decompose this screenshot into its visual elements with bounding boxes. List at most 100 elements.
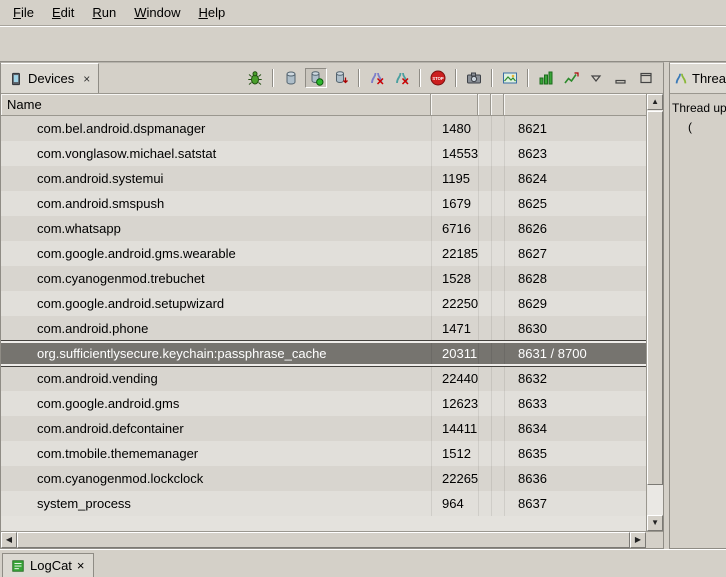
process-blank-1 (478, 343, 491, 364)
cause-gc-icon[interactable] (366, 68, 388, 88)
process-name: org.sufficientlysecure.keychain:passphra… (1, 343, 431, 364)
capture-video-icon[interactable] (499, 68, 521, 88)
process-port: 8623 (504, 141, 646, 166)
screen-capture-icon[interactable] (463, 68, 485, 88)
toolbar-separator (491, 69, 493, 87)
process-pid: 12623 (431, 391, 478, 416)
menu-edit[interactable]: Edit (43, 1, 83, 24)
close-icon[interactable]: × (77, 558, 85, 573)
vertical-scroll-thumb[interactable] (647, 111, 663, 485)
table-row[interactable]: com.vonglasow.michael.satstat145538623 (1, 141, 646, 166)
minimize-icon[interactable] (610, 68, 632, 88)
scroll-up-button[interactable]: ▲ (647, 94, 663, 110)
process-pid: 14411 (431, 416, 478, 441)
process-blank-1 (478, 466, 491, 491)
process-port: 8624 (504, 166, 646, 191)
vertical-scrollbar[interactable]: ▲ ▼ (646, 94, 663, 531)
horizontal-scrollbar[interactable]: ◀ ▶ (1, 531, 663, 548)
devices-panel: Devices × STOP Name com.bel.android.dspm… (0, 62, 664, 549)
scroll-left-button[interactable]: ◀ (1, 532, 17, 548)
menu-help[interactable]: Help (189, 1, 234, 24)
process-name: com.bel.android.dspmanager (1, 116, 431, 141)
table-row[interactable]: com.cyanogenmod.lockclock222658636 (1, 466, 646, 491)
column-header-port (504, 94, 646, 116)
logcat-bar: LogCat × (0, 549, 726, 577)
table-row[interactable]: com.android.vending224408632 (1, 366, 646, 391)
menu-window[interactable]: Window (125, 1, 189, 24)
process-name: com.android.defcontainer (1, 416, 431, 441)
process-pid: 964 (431, 491, 478, 516)
process-pid: 1679 (431, 191, 478, 216)
process-name: com.android.phone (1, 316, 431, 341)
process-port: 8636 (504, 466, 646, 491)
stop-process-icon[interactable]: STOP (427, 68, 449, 88)
table-row[interactable]: com.android.systemui11958624 (1, 166, 646, 191)
toolbar-separator (527, 69, 529, 87)
scroll-right-button[interactable]: ▶ (630, 532, 646, 548)
threads-content: Thread up ( (670, 94, 726, 142)
heap-updates-icon[interactable] (305, 68, 327, 88)
table-row[interactable]: com.tmobile.thememanager15128635 (1, 441, 646, 466)
process-name: com.google.android.setupwizard (1, 291, 431, 316)
process-blank-2 (491, 216, 504, 241)
table-row[interactable]: com.whatsapp67168626 (1, 216, 646, 241)
threads-icon (674, 72, 688, 86)
process-blank-2 (491, 241, 504, 266)
process-port: 8631 / 8700 (504, 343, 646, 364)
process-blank-1 (478, 416, 491, 441)
column-header-pid[interactable] (431, 94, 478, 116)
menu-file[interactable]: File (4, 1, 43, 24)
column-header-name[interactable]: Name (1, 94, 431, 116)
process-pid: 22185 (431, 241, 478, 266)
process-blank-2 (491, 291, 504, 316)
process-blank-1 (478, 266, 491, 291)
table-row[interactable]: com.android.phone14718630 (1, 316, 646, 341)
process-blank-1 (478, 191, 491, 216)
update-heap-icon[interactable] (280, 68, 302, 88)
table-row[interactable]: com.android.smspush16798625 (1, 191, 646, 216)
device-icon (9, 72, 23, 86)
process-blank-2 (491, 266, 504, 291)
close-icon[interactable]: × (83, 72, 90, 86)
devices-toolbar: STOP (244, 63, 663, 93)
process-blank-1 (478, 491, 491, 516)
table-row[interactable]: com.google.android.gms126238633 (1, 391, 646, 416)
process-port: 8627 (504, 241, 646, 266)
tab-threads[interactable]: Threa (670, 63, 726, 93)
process-port: 8625 (504, 191, 646, 216)
process-blank-2 (491, 166, 504, 191)
tab-logcat-label: LogCat (30, 558, 72, 573)
debug-process-icon[interactable] (244, 68, 266, 88)
scroll-down-button[interactable]: ▼ (647, 515, 663, 531)
tab-threads-label: Threa (692, 71, 726, 86)
menu-run[interactable]: Run (83, 1, 125, 24)
process-blank-2 (491, 343, 504, 364)
process-port: 8629 (504, 291, 646, 316)
process-blank-1 (478, 291, 491, 316)
update-threads-icon[interactable] (391, 68, 413, 88)
process-port: 8626 (504, 216, 646, 241)
table-row[interactable]: com.android.defcontainer144118634 (1, 416, 646, 441)
main-toolbar (0, 26, 726, 62)
process-name: com.cyanogenmod.trebuchet (1, 266, 431, 291)
maximize-icon[interactable] (635, 68, 657, 88)
view-menu-icon[interactable] (585, 68, 607, 88)
table-row[interactable]: org.sufficientlysecure.keychain:passphra… (1, 341, 646, 366)
table-row[interactable]: com.bel.android.dspmanager14808621 (1, 116, 646, 141)
table-row[interactable]: com.cyanogenmod.trebuchet15288628 (1, 266, 646, 291)
table-row[interactable]: system_process9648637 (1, 491, 646, 516)
tab-devices[interactable]: Devices × (1, 63, 99, 93)
table-row[interactable]: com.google.android.gms.wearable221858627 (1, 241, 646, 266)
method-profiling-icon[interactable] (560, 68, 582, 88)
table-header: Name (1, 94, 646, 116)
dump-hprof-icon[interactable] (330, 68, 352, 88)
tab-logcat[interactable]: LogCat × (2, 553, 94, 577)
process-table: com.bel.android.dspmanager14808621com.vo… (1, 116, 646, 531)
process-table-area: Name com.bel.android.dspmanager14808621c… (1, 94, 646, 531)
table-row[interactable]: com.google.android.setupwizard222508629 (1, 291, 646, 316)
column-header-blank-1 (478, 94, 491, 116)
horizontal-scroll-thumb[interactable] (17, 532, 630, 548)
process-name: com.whatsapp (1, 216, 431, 241)
heap-columns-icon[interactable] (535, 68, 557, 88)
toolbar-separator (358, 69, 360, 87)
